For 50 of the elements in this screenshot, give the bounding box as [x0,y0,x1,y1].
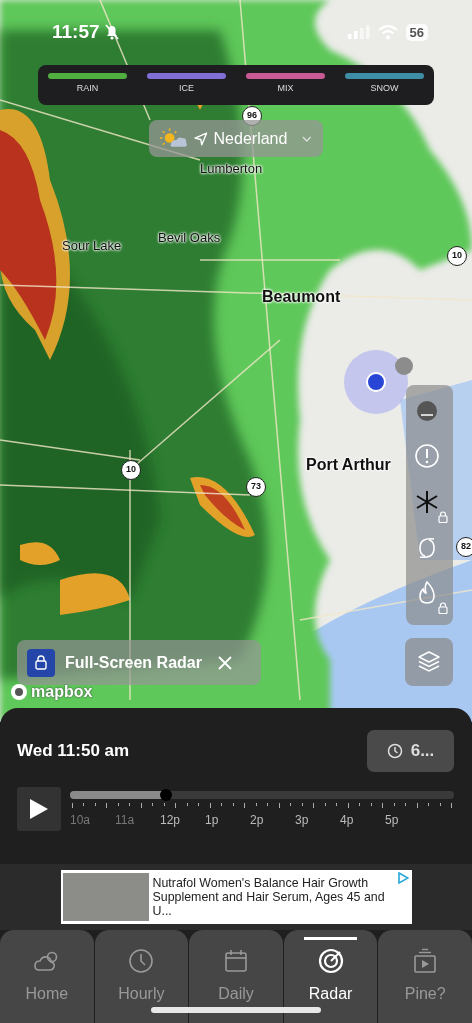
play-icon [29,798,49,820]
tick-label: 3p [295,812,310,829]
tab-item[interactable]: Radar [283,930,378,1023]
chevron-down-icon [301,134,313,143]
tick-label: 11a [115,812,136,829]
legend-label: MIX [277,82,294,94]
ad-banner[interactable]: Nutrafol Women's Balance Hair Growth Supplement and Hair Serum, Ages 45 and U... [60,870,412,924]
lock-icon [35,655,47,670]
legend-label: SNOW [370,82,399,94]
storm-cell [60,573,130,615]
calendar-icon [223,948,249,974]
lock-icon [437,511,448,523]
close-icon [217,655,232,670]
lock-icon [437,602,448,615]
tab-item[interactable]: Daily [189,930,283,1023]
tab-item[interactable]: Hourly [94,930,189,1023]
tick-label: 4p [340,812,355,829]
legend-label: RAIN [76,82,99,94]
slider-thumb[interactable] [160,789,172,801]
clock-icon [128,948,155,974]
promo-label: Full-Screen Radar [65,652,202,673]
layers-button[interactable] [405,638,453,686]
tick-label: 2p [250,812,265,829]
selected-indicator [303,937,358,940]
video-icon [412,948,439,974]
city-label: Beaumont [262,287,341,307]
play-triangle-icon [396,872,409,884]
town-label: Bevil Oaks [158,229,221,247]
timestamp-label: Wed 11:50 am [17,740,130,763]
tick-label: 12p [160,812,182,829]
legend-label: ICE [179,82,194,94]
mapbox-logo-icon [10,683,28,701]
tick-label: 5p [385,812,400,829]
ad-title: Nutrafol Women's Balance Hair Growth Supplement and Hair Serum, Ages 45 and U... [152,876,386,918]
city-label: Port Arthur [306,455,391,475]
play-button[interactable] [17,787,61,831]
tab-item[interactable]: Home [0,930,94,1023]
location-selector[interactable]: Nederland [149,120,323,157]
location-arrow-icon [194,131,208,146]
timeline-slider[interactable] [70,791,454,799]
attribution-label: mapbox [31,682,93,702]
tick-label: 10a [70,812,92,829]
status-time: 11:57 [52,20,100,44]
storm-cell [20,542,60,565]
layers-icon [417,650,441,674]
tab-item[interactable]: Pine? [378,930,472,1023]
clock-icon [386,743,403,759]
radar-icon [317,948,344,974]
tick-label: 1p [205,812,220,829]
duration-button[interactable]: 6... [367,730,454,772]
